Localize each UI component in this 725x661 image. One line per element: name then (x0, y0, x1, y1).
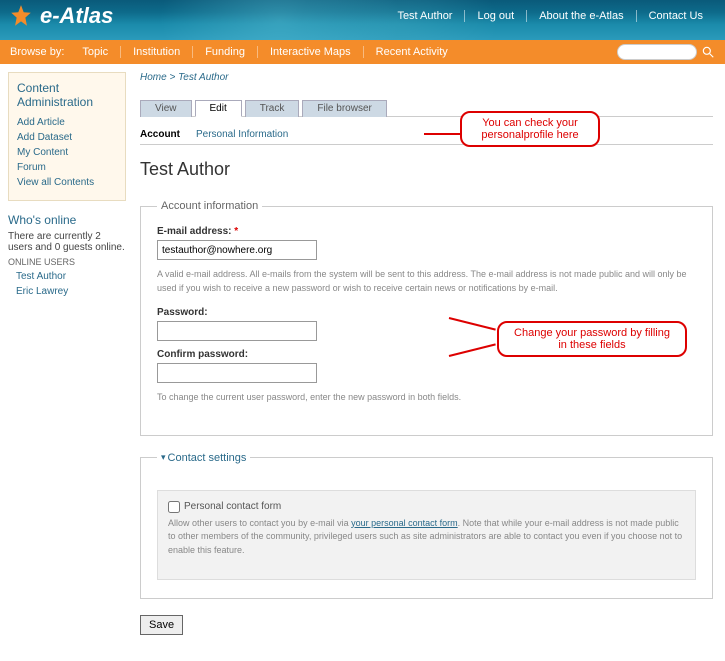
nav-maps[interactable]: Interactive Maps (258, 46, 364, 58)
password-label: Password: (157, 307, 696, 318)
sidebar-admin-title: Content Administration (17, 81, 117, 109)
top-link-contact[interactable]: Contact Us (637, 10, 715, 22)
subtab-personal-info[interactable]: Personal Information (196, 129, 288, 140)
email-label: E-mail address: * (157, 226, 696, 237)
header-banner: e-Atlas Test Author Log out About the e-… (0, 0, 725, 40)
sidebar-link-my-content[interactable]: My Content (17, 145, 117, 160)
top-link-about[interactable]: About the e-Atlas (527, 10, 636, 22)
personal-contact-checkbox[interactable] (168, 501, 180, 513)
save-button[interactable]: Save (140, 615, 183, 635)
password-field[interactable] (157, 321, 317, 341)
top-links: Test Author Log out About the e-Atlas Co… (385, 10, 715, 22)
site-logo[interactable]: e-Atlas (8, 3, 113, 29)
top-link-logout[interactable]: Log out (465, 10, 527, 22)
triangle-down-icon: ▾ (161, 452, 166, 463)
subtab-account[interactable]: Account (140, 129, 180, 140)
secondary-tabs: Account Personal Information You can che… (140, 129, 713, 145)
sidebar-online-user-1[interactable]: Eric Lawrey (8, 284, 126, 299)
search-input[interactable] (617, 44, 697, 60)
crumb-sep: > (169, 72, 175, 83)
nav-recent[interactable]: Recent Activity (364, 46, 460, 58)
personal-contact-form-link[interactable]: your personal contact form (351, 518, 458, 528)
account-fieldset: Account information E-mail address: * A … (140, 200, 713, 436)
personal-contact-label: Personal contact form (184, 501, 281, 512)
sidebar-link-add-article[interactable]: Add Article (17, 115, 117, 130)
main-content: Home > Test Author View Edit Track File … (136, 72, 717, 653)
account-legend: Account information (157, 200, 262, 212)
contact-inner: Personal contact form Allow other users … (157, 490, 696, 581)
sidebar-online-text: There are currently 2 users and 0 guests… (8, 231, 126, 253)
crumb-home[interactable]: Home (140, 72, 167, 83)
tab-view[interactable]: View (140, 100, 192, 117)
sidebar-online-box: Who's online There are currently 2 users… (8, 213, 126, 299)
tab-track[interactable]: Track (245, 100, 300, 117)
contact-legend[interactable]: ▾Contact settings (157, 452, 250, 464)
annotation-password: Change your password by filling in these… (497, 321, 687, 357)
sidebar-online-title: Who's online (8, 213, 126, 227)
nav-funding[interactable]: Funding (193, 46, 258, 58)
sidebar-online-user-0[interactable]: Test Author (8, 269, 126, 284)
email-help: A valid e-mail address. All e-mails from… (157, 268, 696, 295)
nav-bar: Browse by: Topic Institution Funding Int… (0, 40, 725, 64)
confirm-password-field[interactable] (157, 363, 317, 383)
top-link-user[interactable]: Test Author (385, 10, 465, 22)
password-help: To change the current user password, ent… (157, 391, 696, 405)
page-title: Test Author (140, 159, 713, 180)
annotation-profile: You can check your personalprofile here (460, 111, 600, 147)
nav-label: Browse by: (10, 46, 64, 58)
primary-tabs: View Edit Track File browser (140, 99, 713, 117)
nav-topic[interactable]: Topic (70, 46, 121, 58)
tab-file-browser[interactable]: File browser (302, 100, 386, 117)
sidebar: Content Administration Add Article Add D… (8, 72, 126, 653)
nav-institution[interactable]: Institution (121, 46, 193, 58)
sidebar-admin-box: Content Administration Add Article Add D… (8, 72, 126, 201)
annotation-line (424, 133, 460, 135)
sidebar-link-view-all[interactable]: View all Contents (17, 175, 117, 190)
site-name: e-Atlas (40, 3, 113, 29)
tab-edit[interactable]: Edit (195, 100, 242, 117)
search-icon[interactable] (701, 45, 715, 59)
breadcrumb: Home > Test Author (140, 72, 713, 83)
email-field[interactable] (157, 240, 317, 260)
sidebar-online-caption: ONLINE USERS (8, 257, 126, 267)
annotation-line (449, 317, 496, 331)
sidebar-link-add-dataset[interactable]: Add Dataset (17, 130, 117, 145)
crumb-current: Test Author (178, 72, 228, 83)
contact-fieldset: ▾Contact settings Personal contact form … (140, 452, 713, 600)
starfish-icon (8, 3, 34, 29)
sidebar-link-forum[interactable]: Forum (17, 160, 117, 175)
contact-help: Allow other users to contact you by e-ma… (168, 517, 685, 558)
